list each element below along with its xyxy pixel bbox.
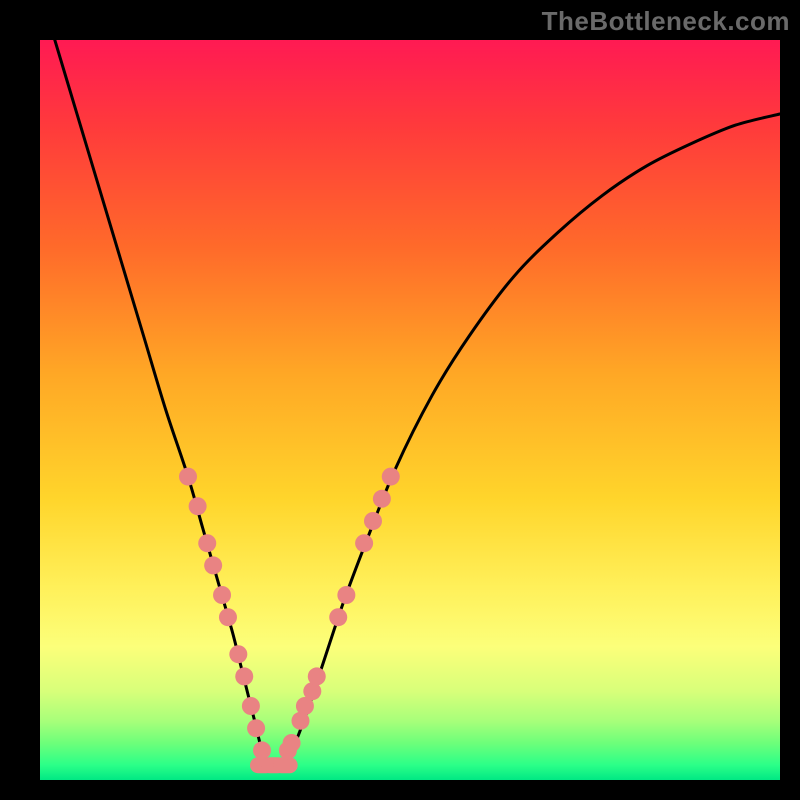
marker-data-points-right [373, 490, 391, 508]
marker-data-points-left [204, 556, 222, 574]
marker-data-points-left [219, 608, 237, 626]
marker-data-points-left [247, 719, 265, 737]
plot-area [40, 40, 780, 780]
marker-data-points-left [253, 741, 271, 759]
marker-data-points-left [242, 697, 260, 715]
chart-frame: TheBottleneck.com [0, 0, 800, 800]
marker-data-points-left [198, 534, 216, 552]
marker-data-points-left [189, 497, 207, 515]
marker-data-points-left [179, 468, 197, 486]
marker-data-points-right [382, 468, 400, 486]
marker-data-points-left [213, 586, 231, 604]
curve-layer [55, 40, 780, 767]
watermark-text: TheBottleneck.com [542, 6, 790, 37]
marker-data-points-right [355, 534, 373, 552]
marker-data-points-right [329, 608, 347, 626]
marker-data-points-right [337, 586, 355, 604]
marker-data-points-bottom [274, 757, 298, 773]
series-bottleneck-curve [55, 40, 780, 767]
marker-data-points-left [235, 667, 253, 685]
chart-svg [40, 40, 780, 780]
marker-data-points-left [229, 645, 247, 663]
marker-data-points-right [364, 512, 382, 530]
marker-data-points-right [283, 734, 301, 752]
marker-data-points-right [308, 667, 326, 685]
marker-layer [179, 468, 400, 774]
